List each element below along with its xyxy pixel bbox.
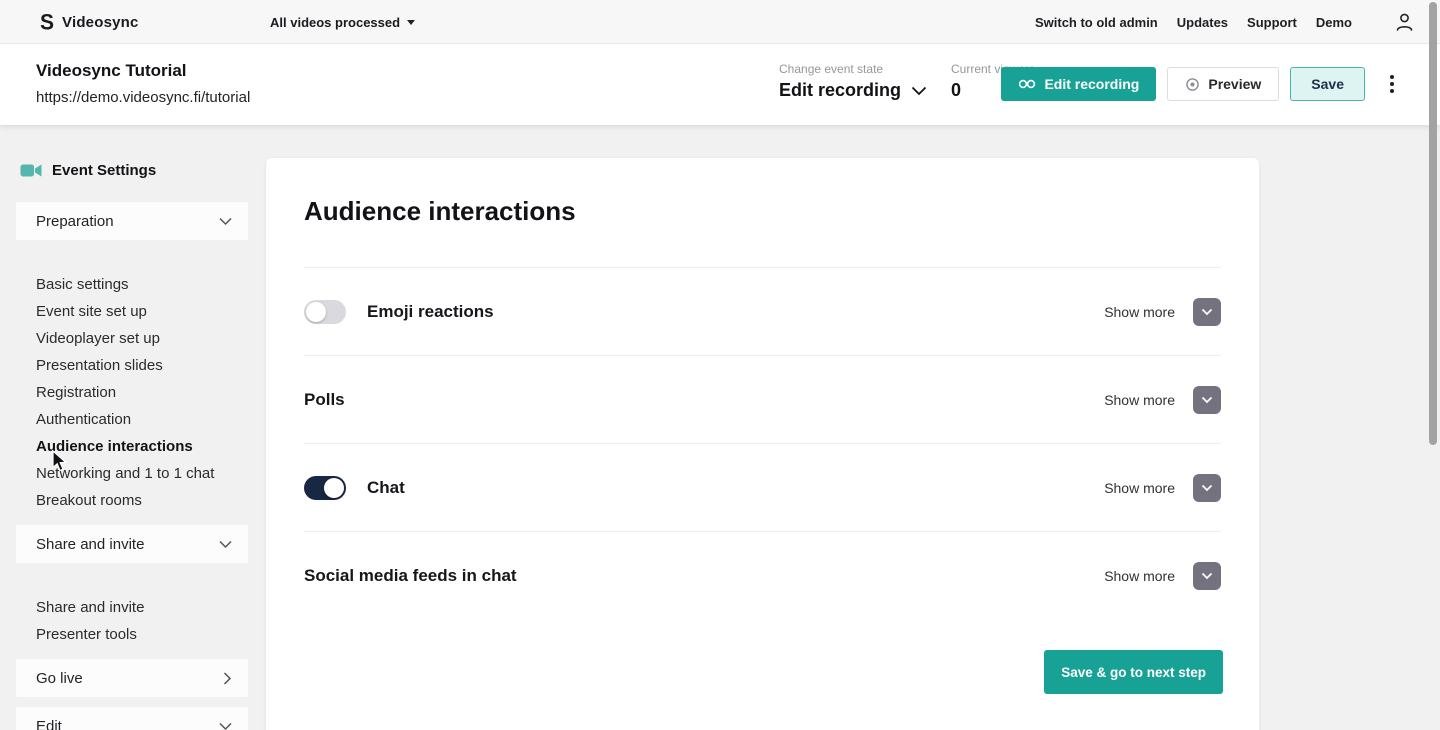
event-state-select[interactable]: Edit recording xyxy=(779,80,927,101)
vertical-scrollbar[interactable] xyxy=(1429,2,1437,445)
row-right: Show more xyxy=(1104,386,1221,414)
event-header: Videosync Tutorial https://demo.videosyn… xyxy=(0,44,1440,125)
topbar-link-updates[interactable]: Updates xyxy=(1177,15,1228,30)
row-left: Emoji reactions xyxy=(304,300,494,324)
toggle-knob xyxy=(324,478,344,498)
more-options-kebab-icon[interactable] xyxy=(1384,71,1400,97)
sidebar-item-audience-interactions[interactable]: Audience interactions xyxy=(36,433,248,460)
user-account-icon[interactable] xyxy=(1395,12,1414,32)
chat-toggle[interactable] xyxy=(304,476,346,500)
videos-processed-dropdown[interactable]: All videos processed xyxy=(270,0,415,44)
sidebar-item-authentication[interactable]: Authentication xyxy=(36,406,248,433)
show-more-link[interactable]: Show more xyxy=(1104,304,1175,320)
topbar-link-demo[interactable]: Demo xyxy=(1316,15,1352,30)
row-left: Chat xyxy=(304,476,405,500)
show-more-dropdown-button[interactable] xyxy=(1193,298,1221,326)
page-title: Videosync Tutorial xyxy=(36,61,187,81)
sidebar-item-event-site-set-up[interactable]: Event site set up xyxy=(36,298,248,325)
event-state-label: Change event state xyxy=(779,62,883,76)
row-left: Social media feeds in chat xyxy=(304,566,517,586)
chevron-down-icon xyxy=(1201,396,1213,404)
show-more-link[interactable]: Show more xyxy=(1104,568,1175,584)
sidebar-group-label: Edit xyxy=(36,718,62,730)
sidebar-item-networking-and-1-to-1-chat[interactable]: Networking and 1 to 1 chat xyxy=(36,460,248,487)
edit-recording-button[interactable]: Edit recording xyxy=(1001,67,1156,101)
sidebar-item-basic-settings[interactable]: Basic settings xyxy=(36,271,248,298)
chevron-down-icon xyxy=(219,722,232,730)
row-right: Show more xyxy=(1104,298,1221,326)
sidebar: Event Settings Preparation Basic settings… xyxy=(16,152,248,730)
chevron-down-icon xyxy=(1201,308,1213,316)
emoji-reactions-toggle[interactable] xyxy=(304,300,346,324)
sidebar-item-registration[interactable]: Registration xyxy=(36,379,248,406)
sidebar-item-presentation-slides[interactable]: Presentation slides xyxy=(36,352,248,379)
event-settings-header: Event Settings xyxy=(20,160,248,180)
row-right: Show more xyxy=(1104,562,1221,590)
chevron-down-icon xyxy=(1201,572,1213,580)
settings-row-polls: Polls Show more xyxy=(304,356,1221,444)
sidebar-groups: Preparation Basic settingsEvent site set … xyxy=(16,202,248,730)
settings-row-social-media-feeds-in-chat: Social media feeds in chat Show more xyxy=(304,532,1221,620)
sidebar-group-edit[interactable]: Edit xyxy=(16,707,248,730)
sidebar-item-share-and-invite[interactable]: Share and invite xyxy=(36,594,248,621)
sidebar-group-preparation[interactable]: Preparation xyxy=(16,202,248,240)
topbar-link-support[interactable]: Support xyxy=(1247,15,1297,30)
sidebar-item-videoplayer-set-up[interactable]: Videoplayer set up xyxy=(36,325,248,352)
caret-down-icon xyxy=(407,20,415,25)
event-url[interactable]: https://demo.videosync.fi/tutorial xyxy=(36,89,250,106)
chevron-down-icon xyxy=(219,540,232,549)
setting-label: Emoji reactions xyxy=(367,302,494,322)
event-state-value: Edit recording xyxy=(779,80,901,101)
section-title: Audience interactions xyxy=(304,196,1221,226)
save-button[interactable]: Save xyxy=(1290,67,1365,101)
setting-label: Chat xyxy=(367,478,405,498)
toggle-knob xyxy=(306,302,326,322)
chevron-down-icon xyxy=(911,86,927,96)
chevron-down-icon xyxy=(1201,484,1213,492)
sidebar-group-go-live[interactable]: Go live xyxy=(16,659,248,697)
row-left: Polls xyxy=(304,390,345,410)
save-label: Save xyxy=(1311,76,1344,92)
sidebar-group-label: Go live xyxy=(36,670,83,687)
show-more-link[interactable]: Show more xyxy=(1104,392,1175,408)
sidebar-item-list: Basic settingsEvent site set upVideoplay… xyxy=(16,250,248,525)
show-more-dropdown-button[interactable] xyxy=(1193,474,1221,502)
settings-rows: Emoji reactionsShow morePollsShow moreCh… xyxy=(304,267,1221,620)
setting-label: Social media feeds in chat xyxy=(304,566,517,586)
topbar-links: Switch to old admin Updates Support Demo xyxy=(1035,0,1414,44)
settings-row-chat: Chat Show more xyxy=(304,444,1221,532)
topbar-link-switch-to-old-admin[interactable]: Switch to old admin xyxy=(1035,15,1158,30)
show-more-dropdown-button[interactable] xyxy=(1193,386,1221,414)
sidebar-group-share-and-invite[interactable]: Share and invite xyxy=(16,525,248,563)
current-viewers-count: 0 xyxy=(951,80,961,101)
videosync-logo-icon: S xyxy=(40,11,54,33)
eye-icon xyxy=(1185,77,1200,92)
show-more-dropdown-button[interactable] xyxy=(1193,562,1221,590)
sidebar-group-label: Share and invite xyxy=(36,536,144,553)
videos-processed-label: All videos processed xyxy=(270,15,400,30)
show-more-link[interactable]: Show more xyxy=(1104,480,1175,496)
sidebar-item-list: Share and invitePresenter tools xyxy=(16,573,248,659)
sidebar-item-breakout-rooms[interactable]: Breakout rooms xyxy=(36,487,248,514)
row-right: Show more xyxy=(1104,474,1221,502)
videosync-logo-text: Videosync xyxy=(62,14,139,31)
sidebar-item-presenter-tools[interactable]: Presenter tools xyxy=(36,621,248,648)
settings-row-emoji-reactions: Emoji reactions Show more xyxy=(304,268,1221,356)
videosync-logo[interactable]: S Videosync xyxy=(40,0,139,44)
edit-recording-label: Edit recording xyxy=(1044,76,1139,92)
recording-icon xyxy=(1018,79,1036,89)
event-settings-title: Event Settings xyxy=(52,162,156,179)
preview-button[interactable]: Preview xyxy=(1167,67,1279,101)
header-actions: Edit recording Preview Save xyxy=(1001,67,1400,101)
topbar: S Videosync All videos processed Switch … xyxy=(0,0,1440,44)
chevron-right-icon xyxy=(223,672,232,685)
save-next-step-button[interactable]: Save & go to next step xyxy=(1044,650,1223,694)
chevron-down-icon xyxy=(219,217,232,226)
setting-label: Polls xyxy=(304,390,345,410)
preview-label: Preview xyxy=(1208,76,1261,92)
video-camera-icon xyxy=(20,163,42,178)
main-panel: Audience interactions Emoji reactions Sho… xyxy=(266,158,1259,730)
sidebar-group-label: Preparation xyxy=(36,213,114,230)
